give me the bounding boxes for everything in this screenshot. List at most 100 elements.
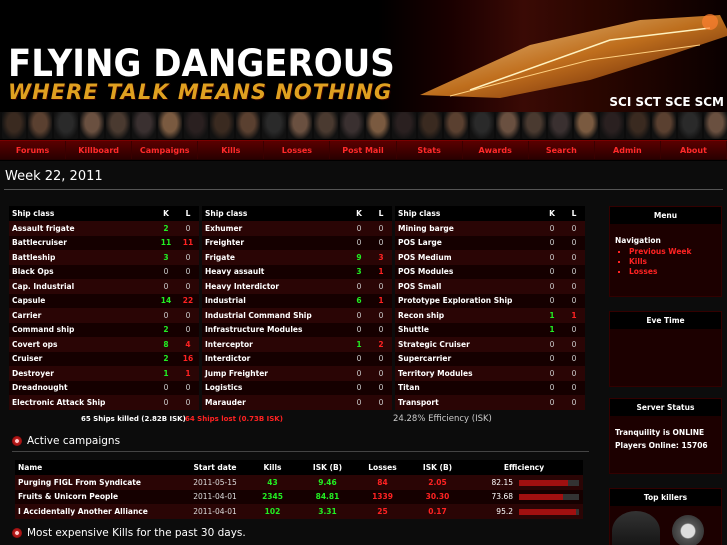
pilot-portrait[interactable]	[340, 112, 364, 139]
ship-class-name[interactable]: Shuttle	[395, 322, 541, 337]
table-row[interactable]: Purging FIGL From Syndicate 2011-05-15 43 9…	[15, 475, 583, 490]
ship-class-name[interactable]: Strategic Cruiser	[395, 337, 541, 352]
ship-class-name[interactable]: Frigate	[202, 250, 348, 265]
table-row[interactable]: Logistics 0 0	[202, 380, 392, 395]
corp-link-sce[interactable]: SCE	[665, 95, 691, 109]
campaign-name[interactable]: I Accidentally Another Alliance	[15, 504, 185, 519]
pilot-portrait[interactable]	[366, 112, 390, 139]
nav-campaigns[interactable]: Campaigns	[132, 141, 199, 159]
table-row[interactable]: Freighter 0 0	[202, 235, 392, 250]
table-row[interactable]: POS Small 0 0	[395, 279, 585, 294]
table-row[interactable]: Frigate 9 3	[202, 250, 392, 265]
table-row[interactable]: Recon ship 1 1	[395, 308, 585, 323]
pilot-portrait[interactable]	[184, 112, 208, 139]
pilot-portrait[interactable]	[444, 112, 468, 139]
ship-class-name[interactable]: Logistics	[202, 380, 348, 395]
sidebar-item-previous-week[interactable]: Previous Week	[629, 247, 716, 257]
sidebar-item-losses[interactable]: Losses	[629, 267, 716, 277]
campaign-name[interactable]: Purging FIGL From Syndicate	[15, 475, 185, 490]
table-row[interactable]: Transport 0 0	[395, 395, 585, 410]
table-row[interactable]: Infrastructure Modules 0 0	[202, 322, 392, 337]
ship-class-name[interactable]: Industrial Command Ship	[202, 308, 348, 323]
table-row[interactable]: Cruiser 2 16	[9, 351, 199, 366]
pilot-portrait[interactable]	[626, 112, 650, 139]
table-row[interactable]: Battleship 3 0	[9, 250, 199, 265]
table-row[interactable]: Titan 0 0	[395, 380, 585, 395]
ship-class-name[interactable]: Dreadnought	[9, 380, 155, 395]
table-row[interactable]: Cap. Industrial 0 0	[9, 279, 199, 294]
ship-class-name[interactable]: POS Medium	[395, 250, 541, 265]
ship-class-name[interactable]: Supercarrier	[395, 351, 541, 366]
table-row[interactable]: POS Large 0 0	[395, 235, 585, 250]
ship-class-name[interactable]: Assault frigate	[9, 221, 155, 236]
ship-class-name[interactable]: Battleship	[9, 250, 155, 265]
pilot-portrait[interactable]	[522, 112, 546, 139]
table-row[interactable]: Command ship 2 0	[9, 322, 199, 337]
pilot-portrait[interactable]	[28, 112, 52, 139]
ship-class-name[interactable]: Transport	[395, 395, 541, 410]
pilot-portrait[interactable]	[158, 112, 182, 139]
pilot-portrait[interactable]	[704, 112, 727, 139]
ship-class-name[interactable]: POS Large	[395, 235, 541, 250]
pilot-portrait[interactable]	[288, 112, 312, 139]
table-row[interactable]: Destroyer 1 1	[9, 366, 199, 381]
campaign-name[interactable]: Fruits & Unicorn People	[15, 489, 185, 504]
ship-class-name[interactable]: Battlecruiser	[9, 235, 155, 250]
ship-class-name[interactable]: Mining barge	[395, 221, 541, 236]
pilot-portrait[interactable]	[496, 112, 520, 139]
nav-search[interactable]: Search	[529, 141, 595, 159]
table-row[interactable]: Industrial 6 1	[202, 293, 392, 308]
corp-link-sct[interactable]: SCT	[635, 95, 661, 109]
table-row[interactable]: I Accidentally Another Alliance 2011-04-0…	[15, 504, 583, 519]
table-row[interactable]: Prototype Exploration Ship 0 0	[395, 293, 585, 308]
table-row[interactable]: POS Medium 0 0	[395, 250, 585, 265]
nav-stats[interactable]: Stats	[397, 141, 463, 159]
table-row[interactable]: Dreadnought 0 0	[9, 380, 199, 395]
ship-class-name[interactable]: Exhumer	[202, 221, 348, 236]
table-row[interactable]: Interceptor 1 2	[202, 337, 392, 352]
ship-class-name[interactable]: Cruiser	[9, 351, 155, 366]
pilot-portrait[interactable]	[106, 112, 130, 139]
ship-class-name[interactable]: Command ship	[9, 322, 155, 337]
ship-class-name[interactable]: POS Small	[395, 279, 541, 294]
nav-forums[interactable]: Forums	[0, 141, 67, 159]
table-row[interactable]: Heavy assault 3 1	[202, 264, 392, 279]
table-row[interactable]: Battlecruiser 11 11	[9, 235, 199, 250]
pilot-portrait[interactable]	[314, 112, 338, 139]
nav-awards[interactable]: Awards	[463, 141, 529, 159]
pilot-portrait[interactable]	[548, 112, 572, 139]
table-row[interactable]: Interdictor 0 0	[202, 351, 392, 366]
ship-class-name[interactable]: Interceptor	[202, 337, 348, 352]
ship-class-name[interactable]: Recon ship	[395, 308, 541, 323]
table-row[interactable]: Capsule 14 22	[9, 293, 199, 308]
table-row[interactable]: Strategic Cruiser 0 0	[395, 337, 585, 352]
ship-class-name[interactable]: POS Modules	[395, 264, 541, 279]
table-row[interactable]: Jump Freighter 0 0	[202, 366, 392, 381]
ship-class-name[interactable]: Infrastructure Modules	[202, 322, 348, 337]
ship-class-name[interactable]: Electronic Attack Ship	[9, 395, 155, 410]
table-row[interactable]: Electronic Attack Ship 0 0	[9, 395, 199, 410]
nav-about[interactable]: About	[661, 141, 727, 159]
ship-class-name[interactable]: Cap. Industrial	[9, 279, 155, 294]
corp-link-sci[interactable]: SCI	[609, 95, 631, 109]
table-row[interactable]: Exhumer 0 0	[202, 221, 392, 236]
ship-class-name[interactable]: Industrial	[202, 293, 348, 308]
pilot-portrait[interactable]	[470, 112, 494, 139]
sidebar-item-kills[interactable]: Kills	[629, 257, 716, 267]
ship-class-name[interactable]: Prototype Exploration Ship	[395, 293, 541, 308]
ship-class-name[interactable]: Destroyer	[9, 366, 155, 381]
table-row[interactable]: Fruits & Unicorn People 2011-04-01 2345 84.…	[15, 489, 583, 504]
pilot-portrait[interactable]	[392, 112, 416, 139]
pilot-portrait[interactable]	[210, 112, 234, 139]
table-row[interactable]: POS Modules 0 0	[395, 264, 585, 279]
ship-class-name[interactable]: Black Ops	[9, 264, 155, 279]
pilot-portrait[interactable]	[600, 112, 624, 139]
table-row[interactable]: Mining barge 0 0	[395, 221, 585, 236]
pilot-portrait[interactable]	[652, 112, 676, 139]
ship-class-name[interactable]: Carrier	[9, 308, 155, 323]
pilot-portrait[interactable]	[678, 112, 702, 139]
pilot-portrait[interactable]	[262, 112, 286, 139]
table-row[interactable]: Assault frigate 2 0	[9, 221, 199, 236]
ship-class-name[interactable]: Heavy Interdictor	[202, 279, 348, 294]
ship-class-name[interactable]: Heavy assault	[202, 264, 348, 279]
